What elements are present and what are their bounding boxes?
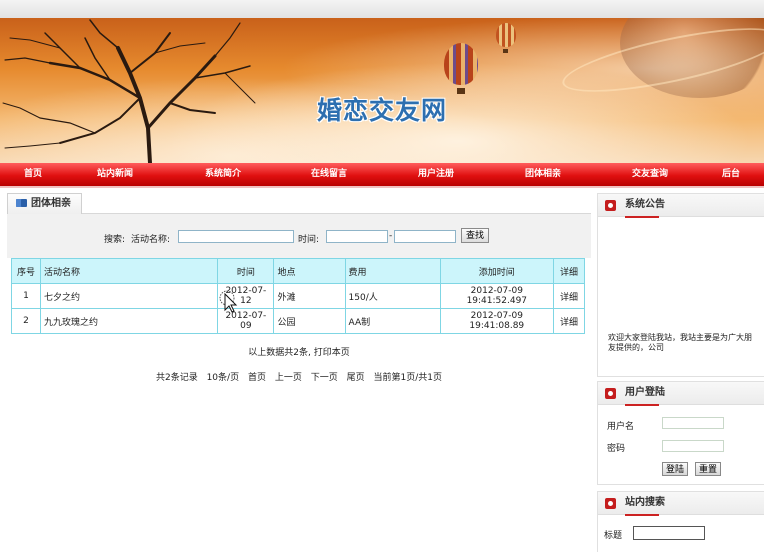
- username-label: 用户名: [607, 422, 635, 432]
- login-panel: 用户登陆 用户名 密码 登陆 重置: [597, 381, 764, 485]
- pager-current: 当前第1页/共1页: [373, 373, 443, 383]
- table-row: 1 七夕之约 2012-07-12 外滩 150/人 2012-07-09 19…: [10, 283, 586, 309]
- site-search-input[interactable]: [633, 526, 705, 540]
- start-date-input[interactable]: [326, 230, 388, 243]
- pagination: 共2条记录 10条/页 首页 上一页 下一页 尾页 当前第1页/共1页: [7, 370, 591, 383]
- col-header-date: 时间: [217, 258, 275, 284]
- cell-fee: AA制: [344, 308, 441, 334]
- col-header-detail: 详细: [552, 258, 586, 284]
- pager-last[interactable]: 尾页: [347, 373, 365, 383]
- col-header-added: 添加时间: [439, 258, 554, 284]
- pager-first[interactable]: 首页: [248, 373, 266, 383]
- password-label: 密码: [607, 444, 626, 454]
- breadcrumb-label: 团体相亲: [31, 198, 71, 209]
- col-header-name: 活动名称: [40, 258, 219, 284]
- pager-per-page: 10条/页: [206, 373, 240, 383]
- busy-cursor-icon: [219, 290, 238, 313]
- cell-no: 1: [10, 283, 42, 309]
- nav-friend-search[interactable]: 交友查询: [625, 163, 675, 186]
- site-search-panel-header: 站内搜索: [598, 492, 764, 516]
- login-button[interactable]: 登陆: [662, 462, 689, 476]
- browser-top-strip: [0, 0, 764, 18]
- notice-panel-header: 系统公告: [598, 194, 764, 218]
- speaker-icon: [605, 200, 616, 211]
- cell-place: 外滩: [273, 283, 346, 309]
- main-navbar: 首页 站内新闻 系统简介 在线留言 用户注册 团体相亲 交友查询 后台: [0, 163, 764, 188]
- breadcrumb-tab: 团体相亲: [7, 193, 82, 214]
- search-bar: 搜索: 活动名称: 时间: - 查找: [7, 214, 591, 258]
- detail-link[interactable]: 详细: [552, 283, 586, 309]
- cell-added: 2012-07-09 19:41:08.89: [439, 308, 554, 334]
- search-prefix-label: 搜索:: [104, 235, 126, 245]
- nav-message[interactable]: 在线留言: [304, 163, 354, 186]
- cell-added: 2012-07-09 19:41:52.497: [439, 283, 554, 309]
- pager-prev[interactable]: 上一页: [275, 373, 302, 383]
- summary-text: 以上数据共2条, 打印本页: [248, 348, 350, 358]
- search-box-icon: [605, 498, 616, 509]
- nav-home[interactable]: 首页: [14, 163, 52, 186]
- site-search-title: 站内搜索: [625, 497, 665, 508]
- password-input[interactable]: [662, 440, 724, 452]
- cell-place: 公园: [273, 308, 346, 334]
- pager-total: 共2条记录: [155, 373, 198, 383]
- site-banner: 婚恋交友网: [0, 18, 764, 163]
- notice-title: 系统公告: [625, 199, 665, 210]
- pager-next[interactable]: 下一页: [311, 373, 338, 383]
- col-header-fee: 费用: [344, 258, 441, 284]
- nav-about[interactable]: 系统简介: [198, 163, 248, 186]
- activity-table: 序号 活动名称 时间 地点 费用 添加时间 详细 1 七夕之约 2012-07-…: [10, 258, 586, 334]
- username-input[interactable]: [662, 417, 724, 429]
- book-icon: [16, 199, 27, 207]
- cell-fee: 150/人: [344, 283, 441, 309]
- time-label: 时间:: [298, 235, 320, 245]
- activity-name-input[interactable]: [178, 230, 294, 243]
- breadcrumb: 团体相亲: [7, 193, 591, 214]
- nav-register[interactable]: 用户注册: [411, 163, 461, 186]
- table-row: 2 九九玫瑰之约 2012-07-09 公园 AA制 2012-07-09 19…: [10, 308, 586, 334]
- login-panel-header: 用户登陆: [598, 382, 764, 406]
- reset-button[interactable]: 重置: [695, 462, 722, 476]
- site-search-panel: 站内搜索 标题: [597, 491, 764, 552]
- hot-air-balloon-large: [444, 43, 478, 85]
- login-title: 用户登陆: [625, 387, 665, 398]
- site-title: 婚恋交友网: [316, 96, 447, 125]
- notice-panel: 系统公告 欢迎大家登陆我站，我站主要是为广大朋友提供的，公司: [597, 193, 764, 377]
- col-header-place: 地点: [273, 258, 346, 284]
- detail-link[interactable]: 详细: [552, 308, 586, 334]
- search-button[interactable]: 查找: [461, 228, 490, 243]
- cell-name: 七夕之约: [40, 283, 219, 309]
- search-title-label: 标题: [604, 531, 623, 541]
- nav-admin[interactable]: 后台: [714, 163, 748, 186]
- pencil-icon: [605, 388, 616, 399]
- cell-name: 九九玫瑰之约: [40, 308, 219, 334]
- hot-air-balloon-small: [496, 23, 516, 47]
- balloon-basket-small: [503, 49, 508, 53]
- date-range-dash: -: [389, 231, 393, 241]
- col-header-no: 序号: [10, 258, 42, 284]
- notice-scroll-text: 欢迎大家登陆我站，我站主要是为广大朋友提供的，公司: [608, 333, 752, 352]
- nav-group-dating[interactable]: 团体相亲: [518, 163, 568, 186]
- table-header-row: 序号 活动名称 时间 地点 费用 添加时间 详细: [10, 258, 586, 284]
- activity-name-label: 活动名称:: [131, 235, 171, 245]
- cell-no: 2: [10, 308, 42, 334]
- end-date-input[interactable]: [394, 230, 456, 243]
- nav-news[interactable]: 站内新闻: [90, 163, 140, 186]
